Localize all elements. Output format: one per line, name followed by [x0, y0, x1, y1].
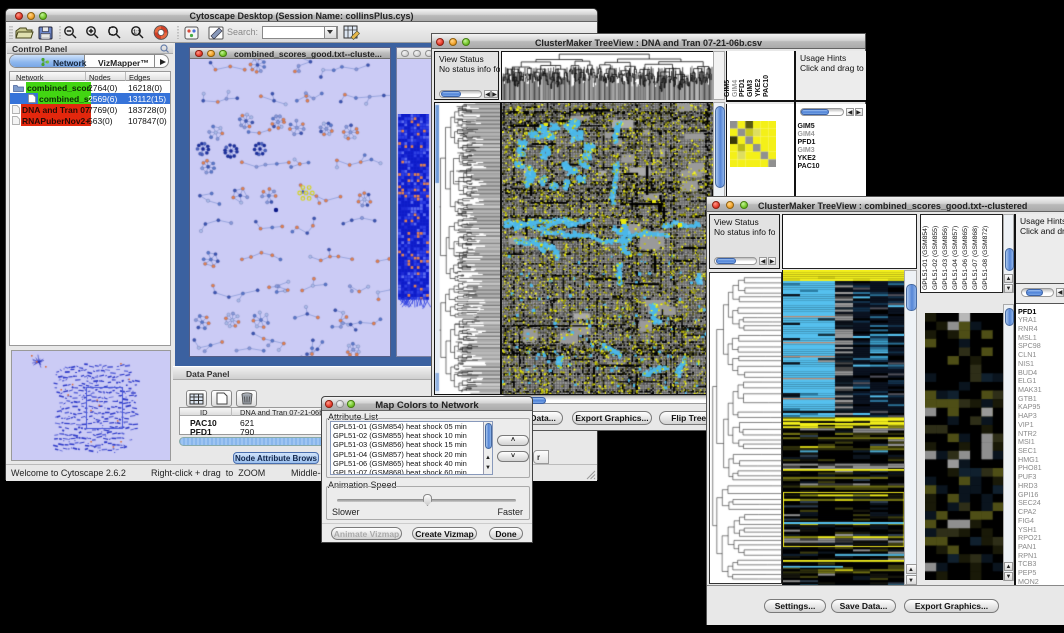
svg-text:1:1: 1:1 — [133, 30, 140, 36]
